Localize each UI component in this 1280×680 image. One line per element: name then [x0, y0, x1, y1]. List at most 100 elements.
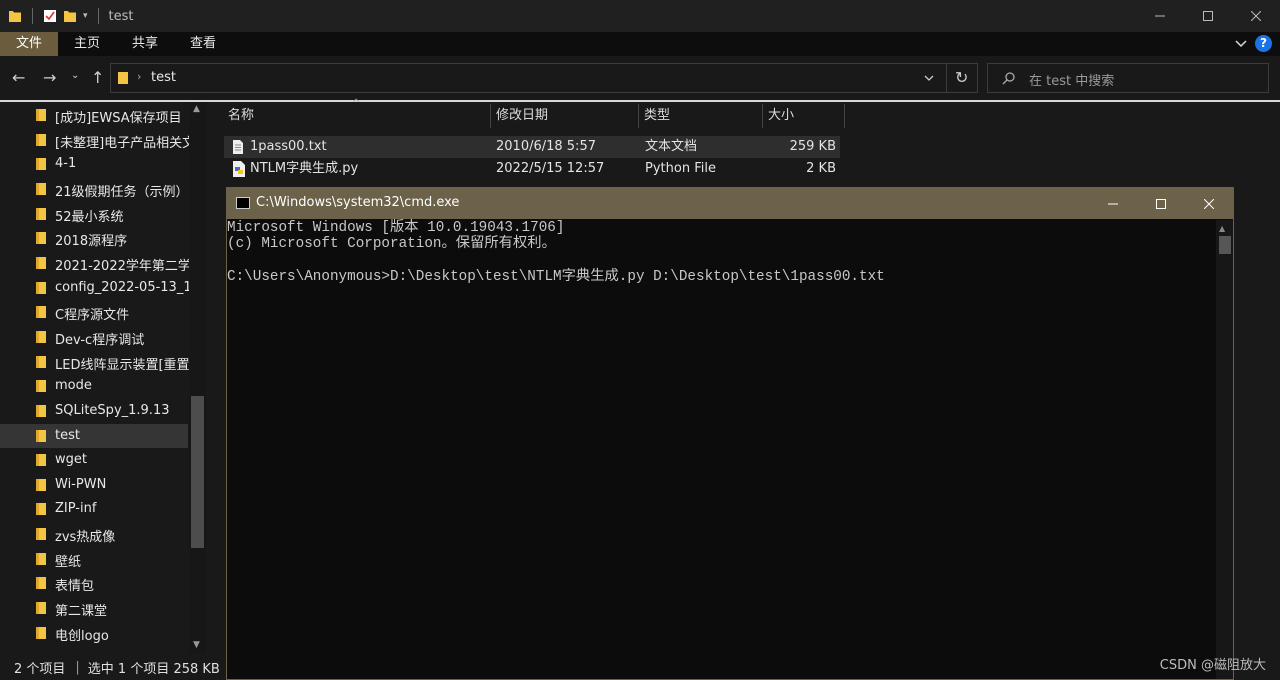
text-file-icon [233, 140, 243, 154]
folder-icon [36, 602, 46, 614]
recent-locations-icon[interactable]: ⌄ [71, 70, 79, 81]
column-header-type[interactable]: 类型 [638, 104, 762, 128]
sidebar-item-2018[interactable]: 2018源程序 [0, 226, 188, 250]
folder-icon [36, 454, 46, 466]
sidebar-item-emoji[interactable]: 表情包 [0, 571, 188, 595]
close-button[interactable] [1232, 0, 1280, 32]
up-button[interactable]: ↑ [91, 68, 104, 87]
maximize-button[interactable] [1184, 0, 1232, 32]
search-input[interactable]: 在 test 中搜索 [1029, 70, 1114, 89]
column-header-date[interactable]: 修改日期 [490, 104, 638, 128]
cmd-window[interactable]: C:\Windows\system32\cmd.exe Microsoft Wi… [226, 187, 1234, 680]
file-size: 2 KB [806, 161, 836, 176]
sidebar-item-label: 21级假期任务（示例） [55, 185, 189, 200]
navigation-pane: [成功]EWSA保存项目 [未整理]电子产品相关文件 4-1 21级假期任务（示… [0, 102, 206, 654]
sidebar-item-label: config_2022-05-13_15 [55, 280, 190, 295]
sidebar-item-unsorted[interactable]: [未整理]电子产品相关文件 [0, 128, 190, 152]
refresh-icon[interactable]: ↻ [955, 68, 968, 87]
column-header-size[interactable]: 大小 [762, 104, 844, 128]
folder-icon [36, 479, 46, 491]
cmd-minimize-button[interactable] [1089, 188, 1137, 219]
sidebar-item-sqlitespy[interactable]: SQLiteSpy_1.9.13 [0, 399, 188, 423]
folder-icon [36, 430, 46, 442]
tab-share[interactable]: 共享 [116, 32, 174, 56]
folder-icon [118, 72, 128, 84]
sidebar-item-52[interactable]: 52最小系统 [0, 202, 188, 226]
tab-file[interactable]: 文件 [0, 32, 59, 56]
sidebar-item-logo[interactable]: 电创logo [0, 621, 188, 645]
folder-icon [36, 331, 46, 343]
forward-button[interactable]: → [43, 68, 56, 87]
properties-icon[interactable] [43, 9, 57, 23]
file-type: 文本文档 [645, 139, 698, 154]
back-button[interactable]: ← [12, 68, 25, 87]
minimize-button[interactable] [1136, 0, 1184, 32]
cmd-scrollbar[interactable] [1216, 220, 1233, 679]
item-count: 2 个项目 [14, 661, 66, 677]
sidebar-item-dev-c[interactable]: Dev-c程序调试 [0, 325, 188, 349]
minimize-icon [1155, 15, 1165, 17]
file-row[interactable]: 1pass00.txt 2010/6/18 5:57 文本文档 259 KB [224, 136, 840, 158]
sidebar-item-c-source[interactable]: C程序源文件 [0, 300, 188, 324]
tab-home[interactable]: 主页 [58, 32, 116, 56]
maximize-icon [1156, 198, 1166, 209]
sidebar-item-mode[interactable]: mode [0, 374, 188, 398]
scroll-up-icon[interactable]: ▲ [1219, 224, 1225, 233]
folder-icon [36, 183, 46, 195]
sidebar-item-label: test [55, 428, 80, 443]
sidebar-item-21[interactable]: 21级假期任务（示例） [0, 177, 189, 201]
scroll-up-icon[interactable]: ▲ [193, 104, 200, 114]
new-folder-icon[interactable] [63, 9, 77, 23]
cmd-maximize-button[interactable] [1137, 188, 1185, 219]
folder-icon [36, 627, 46, 639]
sidebar-item-2021-2022[interactable]: 2021-2022学年第二学期 [0, 251, 190, 275]
sidebar-item-led[interactable]: LED线阵显示装置[重置] [0, 350, 190, 374]
address-dropdown-icon[interactable] [924, 75, 934, 82]
title-bar: ▾ test [0, 0, 1280, 32]
folder-icon [36, 553, 46, 565]
sidebar-item-config[interactable]: config_2022-05-13_15 [0, 276, 190, 300]
sidebar-item-zip-inf[interactable]: ZIP-inf [0, 497, 188, 521]
toolbar-separator [32, 8, 33, 24]
sidebar-item-label: 2021-2022学年第二学期 [55, 259, 190, 274]
file-name: 1pass00.txt [250, 139, 327, 154]
selection-info: 选中 1 个项目 258 KB [87, 661, 220, 677]
folder-icon [36, 577, 46, 589]
folder-icon [36, 208, 46, 220]
sidebar-item-test[interactable]: test [0, 424, 188, 448]
sidebar-item-wget[interactable]: wget [0, 448, 188, 472]
sidebar-item-4-1[interactable]: 4-1 [0, 152, 188, 176]
sidebar-scrollbar[interactable] [189, 102, 206, 654]
tab-view[interactable]: 查看 [174, 32, 232, 56]
folder-icon [36, 380, 46, 392]
cmd-title-bar[interactable]: C:\Windows\system32\cmd.exe [227, 188, 1233, 219]
customize-toolbar-icon[interactable]: ▾ [83, 11, 88, 21]
sidebar-item-second-class[interactable]: 第二课堂 [0, 596, 188, 620]
cmd-scrollbar-thumb[interactable] [1219, 236, 1231, 254]
file-date: 2022/5/15 12:57 [496, 161, 605, 176]
sidebar-item-zvs[interactable]: zvs热成像 [0, 522, 188, 546]
column-header-name[interactable]: 名称 [222, 104, 490, 128]
console-output[interactable]: Microsoft Windows [版本 10.0.19043.1706] (c… [227, 220, 1217, 286]
scroll-down-icon[interactable]: ▼ [193, 640, 200, 650]
breadcrumb-separator-icon: › [137, 70, 142, 83]
cmd-close-button[interactable] [1185, 188, 1233, 219]
folder-icon [9, 11, 21, 22]
close-icon [1251, 11, 1261, 21]
column-separator [844, 104, 845, 128]
breadcrumb-test[interactable]: test [151, 70, 176, 85]
cmd-title: C:\Windows\system32\cmd.exe [256, 195, 460, 210]
sidebar-scrollbar-thumb[interactable] [191, 396, 204, 548]
watermark: CSDN @磁阻放大 [1159, 658, 1266, 673]
console-line: C:\Users\Anonymous>D:\Desktop\test\NTLM字… [227, 269, 885, 286]
sidebar-item-wi-pwn[interactable]: Wi-PWN [0, 473, 188, 497]
sidebar-item-wallpaper[interactable]: 壁纸 [0, 547, 188, 571]
help-icon[interactable]: ? [1255, 35, 1272, 52]
expand-ribbon-icon[interactable] [1235, 39, 1247, 48]
search-box[interactable]: 在 test 中搜索 [987, 63, 1269, 93]
file-row[interactable]: NTLM字典生成.py 2022/5/15 12:57 Python File … [224, 158, 840, 180]
sidebar-item-label: 第二课堂 [55, 604, 108, 619]
address-bar[interactable]: › test ↻ [110, 63, 978, 93]
folder-icon [36, 232, 46, 244]
sidebar-item-ewsa[interactable]: [成功]EWSA保存项目 [0, 103, 188, 127]
